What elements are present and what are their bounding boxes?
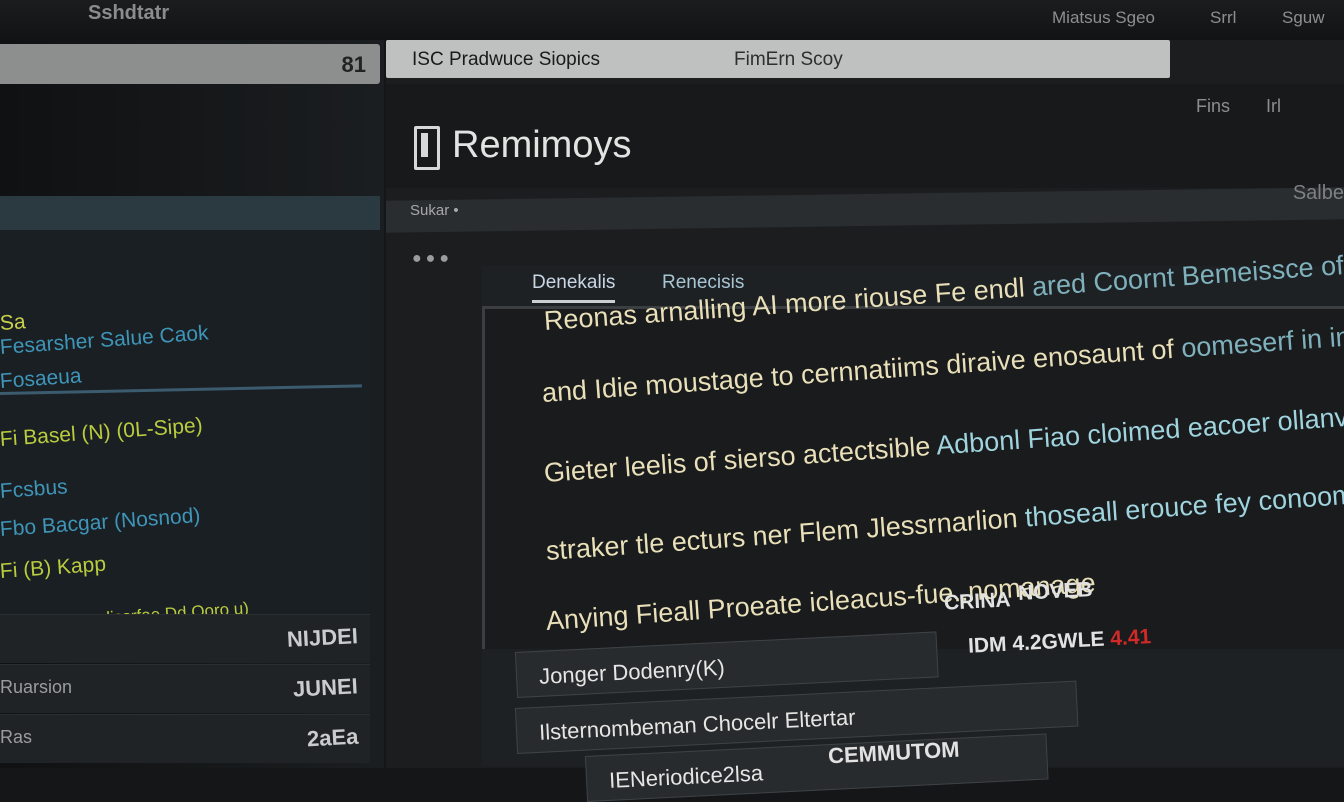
search-icon[interactable]: 81 [342, 52, 366, 78]
sidebar-row-label: Ruarsion [0, 677, 73, 697]
sidebar-section-header [0, 196, 380, 230]
sidebar-item-5[interactable]: Fcsbus [0, 475, 68, 504]
sidebar-search-input[interactable]: 81 [0, 44, 380, 84]
title-bar: ISC Pradwuce Siopics FimErn Scoy [386, 40, 1170, 78]
list-item-label: IENeriodice2lsa [608, 760, 764, 793]
sidebar-row[interactable]: Ras 2aEa [0, 714, 370, 763]
top-menu-bar: Sshdtatr Miatsus Sgeo Srrl Sguw [0, 0, 1344, 40]
sidebar-row[interactable]: NIJDEI [0, 614, 370, 663]
list-item-label: Jonger Dodenry(K) [538, 654, 726, 689]
status-flag: 4.41 [1109, 625, 1152, 651]
title-bar-left: ISC Pradwuce Siopics [412, 49, 600, 70]
header-control-1[interactable]: Fins [1196, 96, 1230, 117]
sidebar-item-1[interactable]: Sa [0, 310, 26, 336]
status-label-1: CRINA [943, 588, 1012, 615]
breadcrumb-bar [386, 187, 1344, 233]
breadcrumb[interactable]: Sukar • [410, 202, 459, 219]
menu-item-3[interactable]: Sguw [1282, 8, 1325, 28]
header-right-label: Salbe [1292, 182, 1344, 204]
title-bar-right: FimErn Scoy [734, 49, 843, 70]
sidebar: 81 Sa Fesarsher Salue Caok Fosaeua Fi Ba… [0, 40, 384, 768]
menu-item-1[interactable]: Miatsus Sgeo [1052, 8, 1155, 28]
sidebar-row-value: 2aEa [305, 723, 359, 752]
sidebar-row-label: Ras [0, 727, 33, 747]
sidebar-row[interactable]: Ruarsion JUNEI [0, 664, 370, 713]
document-icon [414, 126, 440, 170]
header-control-2[interactable]: Irl [1266, 96, 1281, 117]
status-label-2: NOVEB [1017, 578, 1094, 605]
tab-details[interactable]: Denekalis [532, 272, 616, 303]
sidebar-row-value: NIJDEI [286, 623, 359, 652]
sidebar-row-value: JUNEI [292, 673, 359, 702]
page-title: Remimoys [452, 124, 632, 166]
list-item-label: Ilsternombeman Chocelr Eltertar [538, 704, 857, 745]
app-name: Sshdtatr [88, 2, 170, 24]
more-options-icon[interactable]: ●●● [412, 250, 453, 268]
main-panel: ISC Pradwuce Siopics FimErn Scoy Fins Ir… [386, 40, 1344, 802]
menu-item-2[interactable]: Srrl [1210, 8, 1236, 28]
